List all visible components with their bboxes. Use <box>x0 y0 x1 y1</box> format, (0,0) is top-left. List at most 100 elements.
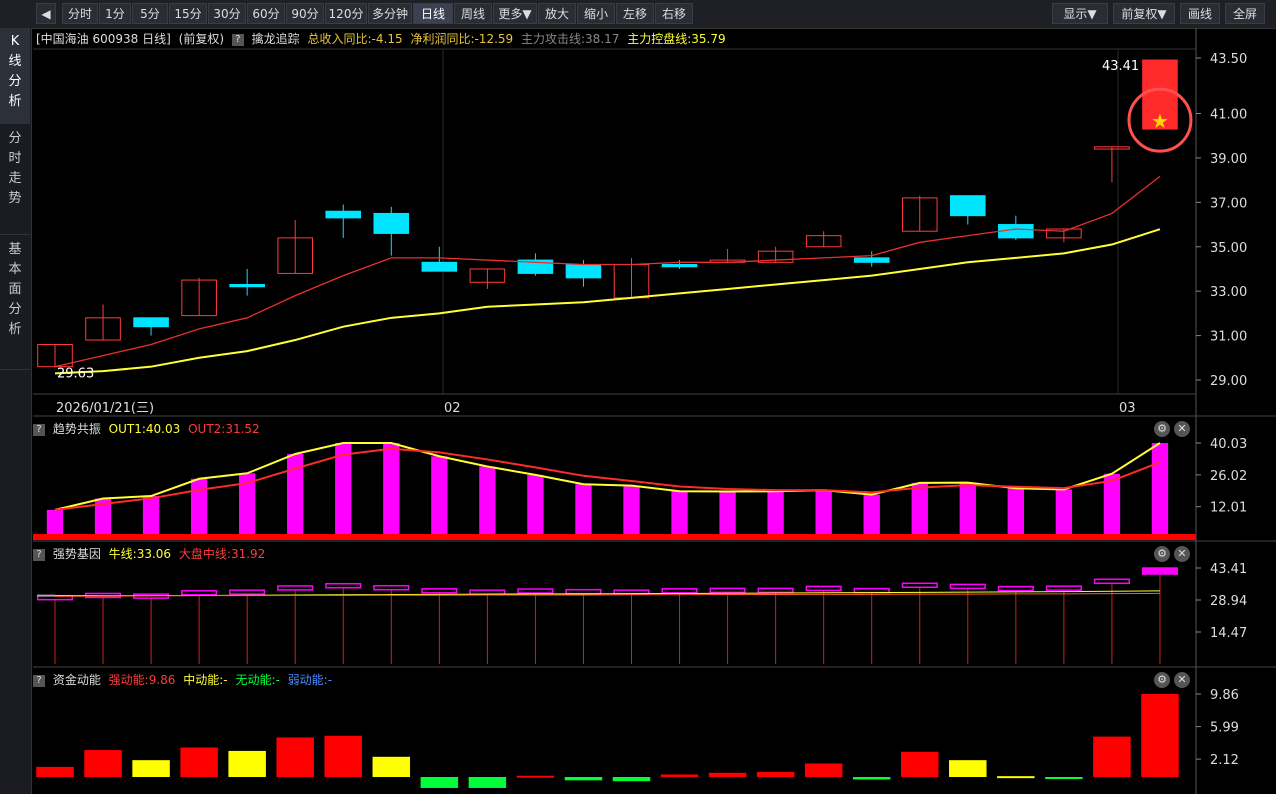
indicator-line <box>54 228 1161 375</box>
candle-body <box>373 212 410 234</box>
price-tick-label: 41.00 <box>1210 108 1247 123</box>
candle-body <box>133 317 169 328</box>
gene-bar <box>373 584 410 591</box>
trend-bar <box>1055 489 1073 534</box>
momentum-bar <box>997 776 1035 779</box>
price-tick-label: 43.50 <box>1210 52 1247 67</box>
panel3-tick-label: 28.94 <box>1210 594 1247 609</box>
momentum-bar <box>132 760 170 777</box>
candle-body <box>421 261 458 272</box>
momentum-bar <box>756 771 795 777</box>
momentum-bar <box>228 750 266 777</box>
gene-bar <box>277 585 314 591</box>
momentum-bar <box>804 763 843 777</box>
candle-body <box>949 195 986 217</box>
price-tick-label: 29.00 <box>1210 374 1247 389</box>
price-tick-label: 35.00 <box>1210 241 1247 256</box>
momentum-bar <box>276 737 314 777</box>
momentum-bar <box>708 772 747 777</box>
trend-bar <box>959 482 976 534</box>
momentum-bar <box>1141 694 1179 777</box>
momentum-bar <box>852 777 891 780</box>
trend-bar <box>383 443 400 534</box>
trend-bar <box>863 494 880 534</box>
trend-bar <box>671 491 688 534</box>
gene-bar <box>565 588 602 595</box>
momentum-bar <box>612 777 651 782</box>
gene-bar <box>901 582 938 589</box>
momentum-bar <box>949 760 987 777</box>
panel2-tick-label: 26.02 <box>1210 469 1247 484</box>
momentum-bar <box>84 750 122 777</box>
gene-bar <box>661 588 698 594</box>
panel4-tick-label: 5.99 <box>1210 721 1239 736</box>
panel3-tick-label: 43.41 <box>1210 562 1247 577</box>
momentum-bar <box>468 777 507 788</box>
price-tick-label: 37.00 <box>1210 196 1247 211</box>
out1-line <box>54 442 1161 511</box>
gene-bar <box>1045 585 1082 591</box>
gene-bar <box>469 589 506 595</box>
high-price-label: 43.41 <box>1102 59 1139 74</box>
gene-bar <box>805 585 842 592</box>
price-tick-label: 31.00 <box>1210 330 1247 345</box>
panel2-tick-label: 12.01 <box>1210 501 1247 516</box>
candle-body <box>229 284 265 288</box>
trend-bar <box>623 485 640 534</box>
candle-body <box>325 210 362 219</box>
out2-line <box>54 447 1161 511</box>
gene-bar <box>181 590 218 596</box>
momentum-bar <box>516 775 555 778</box>
trend-bar <box>190 478 208 534</box>
gene-bar <box>1141 567 1179 575</box>
trend-bar <box>575 484 592 534</box>
date-label: 2026/01/21(三) <box>56 401 154 416</box>
trend-bar <box>815 490 832 534</box>
momentum-bar <box>660 774 699 777</box>
momentum-bar <box>901 751 939 777</box>
gene-bar <box>997 585 1034 592</box>
trend-bar <box>767 491 784 534</box>
baseline-bar <box>33 534 1196 540</box>
low-price-label: 29.63 <box>57 366 94 381</box>
gene-bar <box>757 587 794 594</box>
gene-bar <box>229 589 266 595</box>
trend-bar <box>46 509 64 534</box>
candle-body <box>565 264 602 279</box>
panel3-tick-label: 14.47 <box>1210 626 1247 641</box>
momentum-bar <box>420 777 459 788</box>
gene-bar <box>853 587 890 594</box>
trend-bar <box>1103 473 1121 534</box>
trend-bar <box>527 474 544 534</box>
trend-bar <box>431 456 448 534</box>
momentum-bar <box>372 756 411 777</box>
gene-bar <box>325 582 362 589</box>
gene-bar <box>1093 578 1130 585</box>
momentum-bar <box>1045 777 1083 779</box>
momentum-bar <box>1093 736 1131 777</box>
star-icon: ★ <box>1151 109 1169 133</box>
trend-bar <box>719 491 736 534</box>
momentum-bar <box>180 747 218 777</box>
momentum-bar <box>36 766 74 777</box>
price-tick-label: 33.00 <box>1210 285 1247 300</box>
panel4-tick-label: 2.12 <box>1210 753 1239 768</box>
panel4-tick-label: 9.86 <box>1210 688 1239 703</box>
candle-body <box>853 257 890 263</box>
panel2-tick-label: 40.03 <box>1210 437 1247 452</box>
chart-canvas[interactable]: 43.50 41.00 39.00 37.00 35.00 33.00 31.00 29.00… <box>0 0 1276 794</box>
trend-bar <box>1007 488 1025 534</box>
candle-body <box>661 264 698 268</box>
gene-bar <box>517 588 554 594</box>
trend-bar <box>142 496 160 534</box>
momentum-bar <box>324 735 362 777</box>
momentum-bar <box>564 777 603 781</box>
gene-bar <box>709 587 746 594</box>
date-label: 03 <box>1119 401 1136 416</box>
trend-bar <box>911 482 928 534</box>
trend-bar <box>479 466 496 534</box>
indicator-line <box>54 175 1161 368</box>
gene-bar <box>421 588 458 594</box>
date-label: 02 <box>444 401 461 416</box>
price-tick-label: 39.00 <box>1210 152 1247 167</box>
